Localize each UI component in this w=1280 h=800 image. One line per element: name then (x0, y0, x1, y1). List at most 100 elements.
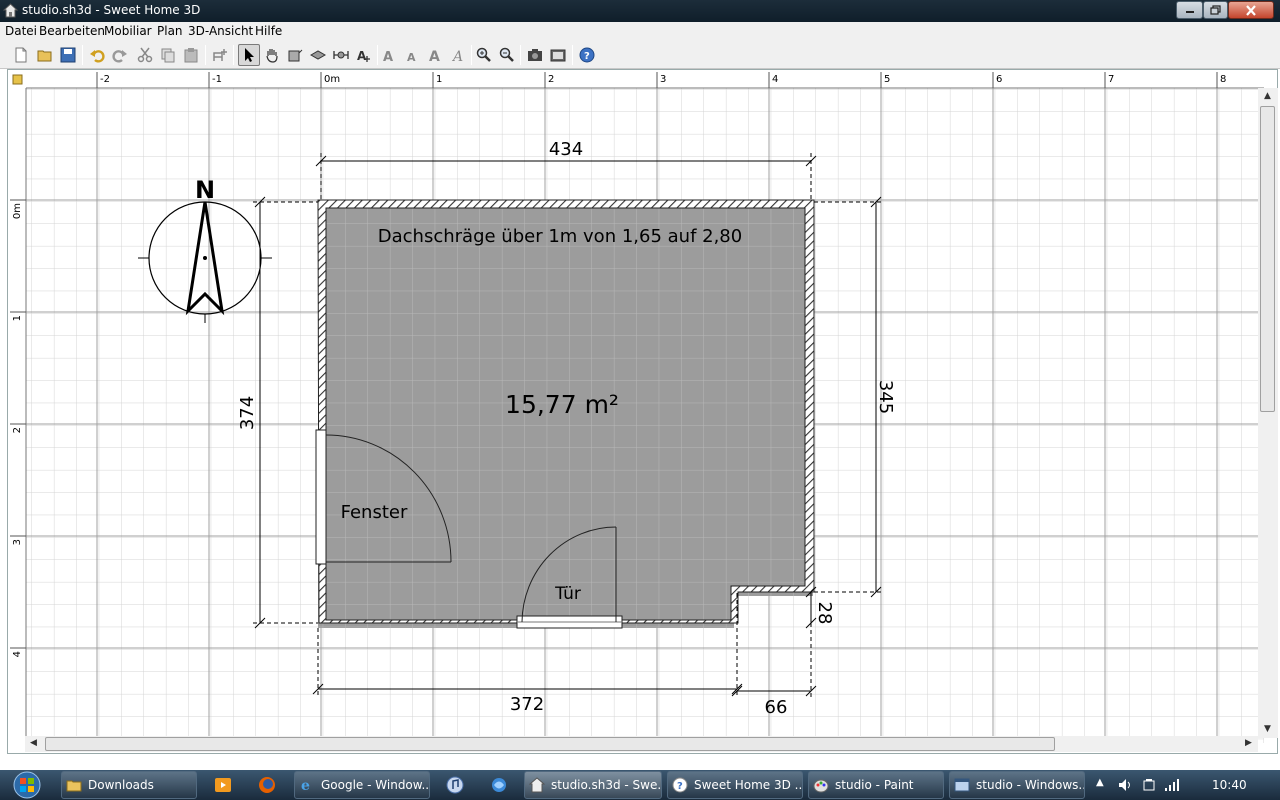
taskbar-item-sweet-home-help[interactable]: ? Sweet Home 3D ... (667, 771, 803, 799)
undo-icon (90, 50, 105, 63)
start-button[interactable] (5, 770, 49, 800)
zoom-in-icon (476, 47, 491, 62)
ruler-top-label: -2 (100, 74, 110, 85)
room-name-label[interactable]: Dachschräge über 1m von 1,65 auf 2,80 (378, 226, 742, 247)
ruler-top-label: -1 (212, 74, 222, 85)
zoom-out-button[interactable] (496, 44, 518, 66)
add-text-button[interactable]: A (353, 44, 375, 66)
close-button[interactable] (1228, 1, 1274, 19)
room-area-label[interactable]: 15,77 m² (505, 390, 619, 419)
dimension-left[interactable]: 374 (237, 396, 258, 430)
italic-button[interactable]: A (448, 44, 470, 66)
new-button[interactable] (10, 44, 32, 66)
save-button[interactable] (57, 44, 79, 66)
create-video-icon (550, 49, 566, 62)
copy-button[interactable] (157, 44, 179, 66)
taskbar-item-windows[interactable]: studio - Windows... (949, 771, 1085, 799)
create-video-button[interactable] (547, 44, 569, 66)
signal-icon[interactable] (1164, 777, 1180, 792)
menu-3d-ansicht[interactable]: 3D-Ansicht (188, 24, 253, 38)
plan-view[interactable]: -2 -1 0m 1 2 3 4 5 6 7 8 0m 1 2 3 4 Dachschräge über (7, 69, 1278, 754)
decrease-text-size-button[interactable]: A (402, 44, 424, 66)
window-title: studio.sh3d - Sweet Home 3D (22, 3, 201, 17)
undo-button[interactable] (86, 44, 108, 66)
taskbar-item-studio-sh3d[interactable]: studio.sh3d - Swe... (524, 771, 662, 799)
dimension-step[interactable]: 28 (814, 602, 835, 625)
minimize-button[interactable] (1176, 1, 1203, 19)
help-button[interactable]: ? (576, 44, 598, 66)
door-label[interactable]: Tür (554, 584, 581, 604)
scroll-up-icon[interactable]: ▲ (1264, 91, 1271, 101)
dimension-bottom[interactable]: 372 (510, 694, 544, 715)
taskbar-item-google[interactable]: e Google - Window... (294, 771, 430, 799)
ruler-top-label: 7 (1108, 74, 1114, 85)
window-icon (954, 778, 970, 792)
restore-icon (1210, 5, 1221, 15)
help-icon: ? (579, 47, 595, 63)
redo-button[interactable] (109, 44, 131, 66)
create-rooms-button[interactable] (307, 44, 329, 66)
svg-text:A: A (357, 49, 367, 63)
ruler-top-label: 3 (660, 74, 666, 85)
horizontal-scroll-thumb[interactable] (45, 737, 1055, 751)
vertical-scroll-thumb[interactable] (1260, 106, 1275, 412)
menu-bar: Datei Bearbeiten Mobiliar Plan 3D-Ansich… (0, 22, 1280, 41)
add-furniture-icon (213, 49, 227, 61)
ie-icon: e (301, 778, 310, 793)
open-button[interactable] (34, 44, 56, 66)
pan-button[interactable] (261, 44, 283, 66)
help-icon: ? (672, 777, 688, 793)
taskbar-item-downloads[interactable]: Downloads (61, 771, 197, 799)
restore-button[interactable] (1203, 1, 1228, 19)
ruler-top-label: 4 (772, 74, 778, 85)
new-icon (15, 47, 27, 63)
ruler-left-label: 1 (12, 315, 23, 321)
dimension-top[interactable]: 434 (549, 139, 583, 160)
bold-button[interactable]: A (425, 44, 447, 66)
scroll-down-icon[interactable]: ▼ (1264, 724, 1271, 734)
ruler-top-label: 1 (436, 74, 442, 85)
cut-button[interactable] (134, 44, 156, 66)
taskbar-item-paint[interactable]: studio - Paint (808, 771, 944, 799)
save-icon (60, 47, 76, 63)
menu-mobiliar[interactable]: Mobiliar (104, 24, 152, 38)
create-photo-button[interactable] (524, 44, 546, 66)
select-button[interactable] (238, 44, 260, 66)
svg-text:A: A (383, 50, 393, 63)
scroll-right-icon[interactable]: ▶ (1245, 738, 1252, 748)
plan-canvas[interactable]: -2 -1 0m 1 2 3 4 5 6 7 8 0m1234 Dachschräge über (8, 70, 1264, 743)
window-label[interactable]: Fenster (341, 502, 408, 523)
minimize-icon (1185, 11, 1194, 13)
clock[interactable]: 10:40 (1212, 778, 1247, 792)
ruler-top-label: 0m (324, 74, 340, 85)
menu-hilfe[interactable]: Hilfe (255, 24, 282, 38)
svg-text:A: A (429, 49, 440, 63)
ruler-top-label: 5 (884, 74, 890, 85)
menu-datei[interactable]: Datei (5, 24, 37, 38)
paste-button[interactable] (180, 44, 202, 66)
vertical-scrollbar[interactable]: ▲ ▼ (1258, 88, 1278, 738)
zoom-in-button[interactable] (473, 44, 495, 66)
increase-text-size-button[interactable]: A (379, 44, 401, 66)
compass-north-label: N (195, 176, 215, 204)
scroll-left-icon[interactable]: ◀ (30, 738, 37, 748)
itunes-icon[interactable] (446, 776, 464, 794)
tray-expand-icon[interactable]: ▲ (1096, 777, 1104, 788)
power-icon[interactable] (1142, 778, 1156, 792)
firefox-icon[interactable] (258, 776, 276, 794)
network-icon[interactable] (490, 776, 508, 794)
folder-icon (66, 780, 82, 792)
volume-icon[interactable] (1118, 778, 1134, 792)
sh3d-icon (529, 777, 545, 793)
ruler-left-label: 4 (12, 651, 23, 657)
add-furniture-button[interactable] (209, 44, 231, 66)
menu-bearbeiten[interactable]: Bearbeiten (39, 24, 105, 38)
menu-plan[interactable]: Plan (157, 24, 183, 38)
media-player-icon[interactable] (214, 776, 232, 794)
horizontal-scrollbar[interactable]: ◀ ▶ (25, 736, 1258, 752)
dimension-right[interactable]: 345 (875, 380, 896, 414)
create-walls-button[interactable] (284, 44, 306, 66)
dimension-bottom-right[interactable]: 66 (765, 697, 788, 718)
create-dimensions-button[interactable] (330, 44, 352, 66)
pan-icon (266, 49, 278, 63)
